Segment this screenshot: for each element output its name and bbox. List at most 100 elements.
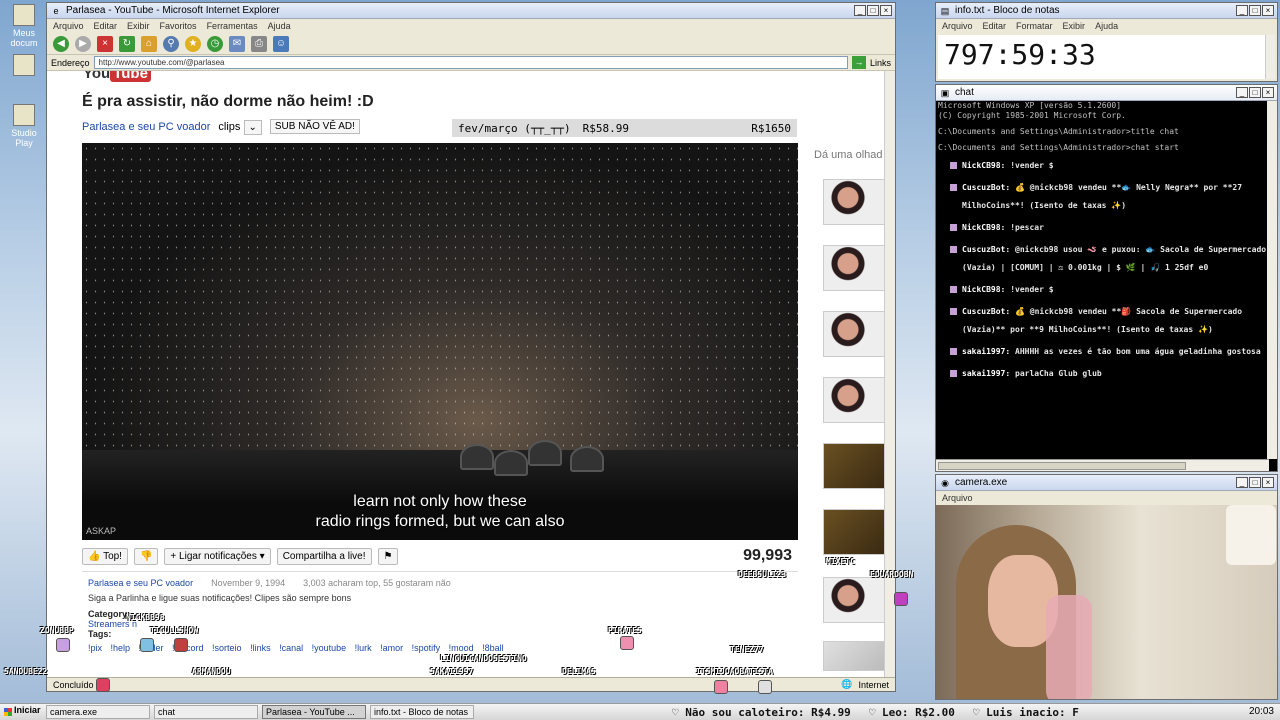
menu-editar[interactable]: Editar — [94, 21, 118, 31]
ie-titlebar[interactable]: e Parlasea - YouTube - Microsoft Interne… — [47, 3, 895, 19]
minimize-button[interactable]: _ — [1236, 5, 1248, 16]
camera-title: camera.exe — [955, 477, 1008, 488]
camera-titlebar[interactable]: ◉ camera.exe _ □ × — [936, 475, 1277, 491]
ie-icon: e — [53, 5, 59, 16]
chat-message: CuscuzBot: 💰 @nickcb98 vendeu **🐟 Nelly … — [938, 179, 1267, 215]
video-actions: 👍 Top! 👎 + Ligar notificações ▾ Comparti… — [82, 545, 798, 567]
close-button[interactable]: × — [1262, 5, 1274, 16]
ie-window: e Parlasea - YouTube - Microsoft Interne… — [46, 2, 896, 692]
desktop-icon-documents[interactable]: Meus docum — [2, 4, 46, 48]
menu-arquivo[interactable]: Arquivo — [942, 21, 973, 31]
related-thumbnail[interactable] — [823, 443, 885, 489]
address-input[interactable]: http://www.youtube.com/@parlasea — [93, 56, 848, 69]
go-button[interactable]: → — [851, 56, 866, 69]
related-thumbnail[interactable] — [823, 377, 885, 423]
chat-user: NickCB98: — [962, 161, 1006, 170]
share-button[interactable]: Compartilha a live! — [276, 547, 372, 565]
console-vertical-scrollbar[interactable] — [1267, 101, 1277, 459]
desktop-icon-studio-play[interactable]: Studio Play — [2, 104, 46, 148]
favorites-icon[interactable]: ★ — [185, 35, 201, 52]
maximize-button[interactable]: □ — [1249, 5, 1261, 16]
messenger-icon[interactable]: ☺ — [273, 35, 289, 52]
chat-titlebar[interactable]: ▣ chat _ □ × — [936, 85, 1277, 101]
history-icon[interactable]: ◷ — [207, 35, 223, 52]
notepad-text[interactable]: 797:59:33 — [938, 35, 1265, 79]
stop-icon[interactable]: × — [97, 35, 113, 52]
taskbar-item-notepad[interactable]: info.txt - Bloco de notas — [370, 705, 474, 719]
channel-link[interactable]: Parlasea e seu PC voador — [82, 121, 210, 133]
search-icon[interactable]: ⚲ — [163, 35, 179, 52]
close-button[interactable]: × — [880, 5, 892, 16]
camera-window: ◉ camera.exe _ □ × Arquivo — [935, 474, 1278, 700]
flag-icon[interactable]: ⚑ — [377, 547, 399, 565]
chat-message: sakai1997: AHHHH as vezes é tão bom uma … — [938, 343, 1267, 361]
camera-icon: ◉ — [941, 477, 949, 488]
menu-formatar[interactable]: Formatar — [1016, 21, 1053, 31]
print-icon[interactable]: ⎙ — [251, 35, 267, 52]
related-thumbnail[interactable] — [823, 179, 885, 225]
globe-icon: 🌐 — [841, 679, 853, 689]
taskbar-item-youtube[interactable]: Parlasea - YouTube ... — [262, 705, 366, 719]
overlay-name: SANDUBE22 — [4, 667, 48, 676]
minimize-button[interactable]: _ — [1236, 87, 1248, 98]
close-button[interactable]: × — [1262, 477, 1274, 488]
sub-button[interactable]: SUB NÃO VÊ AD! — [269, 119, 360, 134]
mail-icon[interactable]: ✉ — [229, 35, 245, 52]
menu-exibir[interactable]: Exibir — [127, 21, 150, 31]
chat-user: CuscuzBot: — [962, 245, 1011, 254]
start-button[interactable]: Iniciar — [2, 705, 42, 719]
donation-item: ♡ Luis inacio: F — [972, 706, 1079, 719]
links-label[interactable]: Links — [870, 58, 891, 68]
taskbar-item-camera[interactable]: camera.exe — [46, 705, 150, 719]
console-horizontal-scrollbar[interactable] — [936, 459, 1269, 471]
menu-arquivo[interactable]: Arquivo — [942, 493, 973, 503]
back-icon[interactable]: ◀ — [53, 35, 69, 52]
chat-console-window: ▣ chat _ □ × Microsoft Windows XP [versã… — [935, 84, 1278, 472]
menu-ajuda[interactable]: Ajuda — [1095, 21, 1118, 31]
related-thumbnail[interactable] — [823, 509, 885, 555]
maximize-button[interactable]: □ — [1249, 477, 1261, 488]
chat-user: sakai1997: — [962, 369, 1011, 378]
notepad-scrollbar[interactable] — [1265, 35, 1275, 79]
radio-dish — [570, 446, 604, 472]
price-2: R$1650 — [751, 121, 791, 135]
notepad-titlebar[interactable]: ▤ info.txt - Bloco de notas _ □ × — [936, 3, 1277, 19]
desc-channel[interactable]: Parlasea e seu PC voador — [88, 578, 193, 588]
status-text: Concluído — [53, 679, 94, 690]
youtube-logo[interactable]: You Tube — [83, 71, 151, 82]
clips-dropdown[interactable]: clips ⌄ — [218, 119, 262, 135]
related-thumbnail[interactable] — [823, 577, 885, 623]
related-thumbnail[interactable] — [823, 311, 885, 357]
notepad-title: info.txt - Bloco de notas — [955, 5, 1060, 16]
menu-arquivo[interactable]: Arquivo — [53, 21, 84, 31]
menu-ajuda[interactable]: Ajuda — [268, 21, 291, 31]
menu-ferramentas[interactable]: Ferramentas — [207, 21, 258, 31]
menu-exibir[interactable]: Exibir — [1063, 21, 1086, 31]
refresh-icon[interactable]: ↻ — [119, 35, 135, 52]
ie-scrollbar[interactable] — [884, 71, 895, 679]
related-thumbnail[interactable] — [823, 641, 885, 671]
video-player[interactable]: learn not only how these radio rings for… — [82, 143, 798, 540]
forward-icon[interactable]: ▶ — [75, 35, 91, 52]
minimize-button[interactable]: _ — [1236, 477, 1248, 488]
dislike-button[interactable]: 👎 — [133, 547, 159, 565]
close-button[interactable]: × — [1262, 87, 1274, 98]
overlay-name: NICKBB98 — [126, 613, 165, 622]
tags-list[interactable]: !pix !help !tinder !discord !sorteio !li… — [88, 643, 792, 653]
like-button[interactable]: 👍 Top! — [82, 547, 128, 565]
home-icon[interactable]: ⌂ — [141, 35, 157, 52]
desktop-icon-recycle-bin[interactable] — [2, 54, 46, 78]
menu-editar[interactable]: Editar — [983, 21, 1007, 31]
taskbar-item-chat[interactable]: chat — [154, 705, 258, 719]
webcam-feed — [936, 505, 1277, 699]
related-thumbnail[interactable] — [823, 245, 885, 291]
menu-favoritos[interactable]: Favoritos — [160, 21, 197, 31]
radio-dish — [460, 444, 494, 470]
minimize-button[interactable]: _ — [854, 5, 866, 16]
maximize-button[interactable]: □ — [1249, 87, 1261, 98]
maximize-button[interactable]: □ — [867, 5, 879, 16]
caption-line: learn not only how these — [353, 493, 527, 510]
overlay-name: ARMANDOU — [192, 667, 231, 676]
notify-button[interactable]: + Ligar notificações ▾ — [164, 547, 271, 565]
scroll-thumb[interactable] — [938, 462, 1186, 470]
